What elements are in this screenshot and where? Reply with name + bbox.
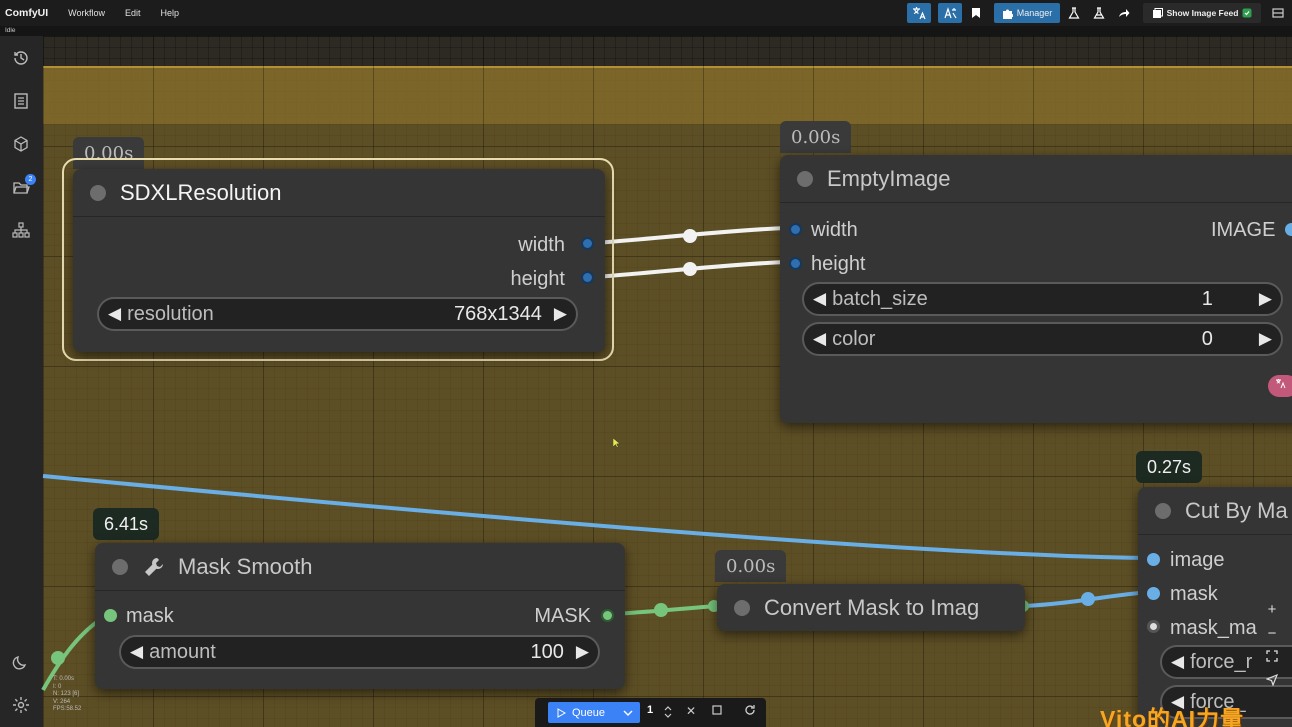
empty-image-input-height: height [811, 252, 866, 275]
queue-button[interactable]: Queue [548, 702, 640, 723]
link-convert-midpoint[interactable] [1081, 592, 1095, 606]
translate-badge[interactable] [1268, 375, 1292, 397]
empty-image-width-slot[interactable] [789, 223, 802, 236]
decrement-arrow-icon[interactable]: ◀ [1171, 652, 1184, 672]
color-value: 0 [1201, 327, 1213, 350]
node-status-dot [734, 599, 750, 616]
convert-mask-node-title[interactable]: Convert Mask to Imag [717, 584, 1025, 631]
chevron-down-icon[interactable] [623, 708, 633, 718]
link-mask-midpoint[interactable] [654, 603, 668, 617]
cut-input-mask-mapping: mask_ma [1170, 616, 1257, 639]
convert-mask-title-text: Convert Mask to Imag [764, 594, 980, 620]
cancel-icon[interactable]: ✕ [683, 704, 699, 721]
cut-mask-slot[interactable] [1147, 587, 1160, 600]
mask-smooth-output-slot[interactable] [601, 609, 614, 622]
empty-image-output-image: IMAGE [1211, 218, 1276, 241]
sdxl-output-width: width [518, 233, 565, 256]
cut-input-mask: mask [1170, 582, 1218, 605]
batch-size-widget[interactable]: ◀ batch_size 1 ▶ [802, 282, 1283, 316]
sdxl-title-text: SDXLResolution [120, 179, 282, 205]
link-mask-in-midpoint[interactable] [51, 651, 65, 665]
empty-image-input-width: width [811, 218, 858, 241]
decrement-arrow-icon[interactable]: ◀ [813, 289, 826, 309]
zoom-out-icon[interactable]: − [1259, 622, 1285, 646]
cut-by-mask-timer: 0.27s [1136, 451, 1203, 483]
stop-icon[interactable] [709, 704, 725, 721]
amount-value: 100 [530, 640, 564, 663]
locate-icon[interactable] [1259, 670, 1285, 694]
node-status-dot [1155, 502, 1171, 519]
batch-size-label: batch_size [832, 287, 928, 310]
increment-arrow-icon[interactable]: ▶ [576, 642, 589, 662]
mask-smooth-title-text: Mask Smooth [178, 553, 313, 579]
cut-by-mask-title-text: Cut By Ma [1185, 497, 1288, 523]
play-icon [557, 707, 566, 718]
decrement-arrow-icon[interactable]: ◀ [108, 304, 121, 324]
increment-arrow-icon[interactable]: ▶ [554, 304, 567, 324]
mask-smooth-node[interactable]: Mask Smooth mask MASK ◀ amount 100 ▶ [95, 543, 625, 689]
decrement-arrow-icon[interactable]: ◀ [813, 329, 826, 349]
node-status-dot [112, 558, 128, 575]
empty-image-output-slot[interactable] [1285, 223, 1292, 236]
link-height-midpoint[interactable] [683, 262, 697, 276]
cut-input-image: image [1170, 548, 1225, 571]
sdxl-resolution-node[interactable]: SDXLResolution width height ◀ resolution… [73, 169, 605, 352]
refresh-icon[interactable] [742, 704, 758, 721]
empty-image-height-slot[interactable] [789, 257, 802, 270]
fit-view-icon[interactable] [1259, 646, 1285, 670]
render-stats: T: 0.00s I: 0 N: 123 [6] V: 264 FPS:58.5… [53, 676, 81, 714]
sdxl-width-slot[interactable] [581, 237, 594, 250]
stat-i: I: 0 [53, 683, 62, 690]
convert-mask-node[interactable]: Convert Mask to Imag [717, 584, 1025, 631]
zoom-in-icon[interactable]: + [1259, 598, 1285, 622]
mouse-cursor-icon [613, 438, 621, 448]
increment-arrow-icon[interactable]: ▶ [1259, 289, 1272, 309]
empty-image-node[interactable]: EmptyImage width height IMAGE ◀ batch_si… [780, 155, 1292, 423]
mask-smooth-node-title[interactable]: Mask Smooth [95, 543, 625, 591]
empty-image-node-title[interactable]: EmptyImage [780, 155, 1292, 203]
node-status-dot [797, 170, 813, 187]
color-widget[interactable]: ◀ color 0 ▶ [802, 322, 1283, 356]
mask-smooth-input-slot[interactable] [104, 609, 117, 622]
resolution-label: resolution [127, 302, 214, 325]
mask-smooth-output-mask: MASK [534, 604, 591, 627]
stat-fps: FPS:58.52 [53, 706, 82, 712]
canvas-zoom-tools: + − [1259, 598, 1285, 698]
sdxl-output-height: height [510, 267, 566, 290]
empty-image-title-text: EmptyImage [827, 165, 951, 191]
color-label: color [832, 327, 876, 350]
increment-arrow-icon[interactable]: ▶ [1259, 329, 1272, 349]
resolution-widget[interactable]: ◀ resolution 768x1344 ▶ [97, 297, 578, 331]
force-resize-width-label: force_r [1190, 650, 1253, 673]
queue-label: Queue [572, 706, 606, 719]
queue-count-value: 1 [647, 704, 654, 716]
translate-small-icon [1276, 379, 1286, 389]
amount-label: amount [149, 640, 216, 663]
stat-time: T: 0.00s [53, 676, 75, 682]
convert-mask-timer: 0.00s [715, 550, 787, 582]
comfyui-app: ComfyUI Workflow Edit Help Manager Show … [0, 0, 1292, 727]
batch-size-value: 1 [1201, 287, 1213, 310]
wrench-icon [145, 557, 163, 576]
cut-image-slot[interactable] [1147, 553, 1160, 566]
mask-smooth-input-mask: mask [126, 604, 174, 627]
node-status-dot [90, 184, 106, 201]
mask-smooth-timer: 6.41s [93, 508, 160, 540]
stepper-icon[interactable] [664, 704, 672, 720]
queue-count-input[interactable]: 1 [647, 704, 677, 721]
sdxl-height-slot[interactable] [581, 271, 594, 284]
cut-mask-mapping-slot[interactable] [1147, 620, 1160, 633]
link-width-midpoint[interactable] [683, 229, 697, 243]
resolution-value: 768x1344 [454, 302, 542, 325]
empty-image-timer: 0.00s [780, 121, 852, 153]
amount-widget[interactable]: ◀ amount 100 ▶ [119, 635, 600, 669]
stat-v: V: 264 [53, 698, 71, 705]
watermark: Vito的AI力量 [1100, 706, 1245, 727]
queue-bar: Queue 1 ✕ [535, 698, 766, 727]
cut-by-mask-node-title[interactable]: Cut By Ma [1138, 487, 1292, 535]
sdxl-node-title[interactable]: SDXLResolution [73, 169, 605, 217]
stat-nodes: N: 123 [6] [53, 691, 80, 697]
decrement-arrow-icon[interactable]: ◀ [130, 642, 143, 662]
